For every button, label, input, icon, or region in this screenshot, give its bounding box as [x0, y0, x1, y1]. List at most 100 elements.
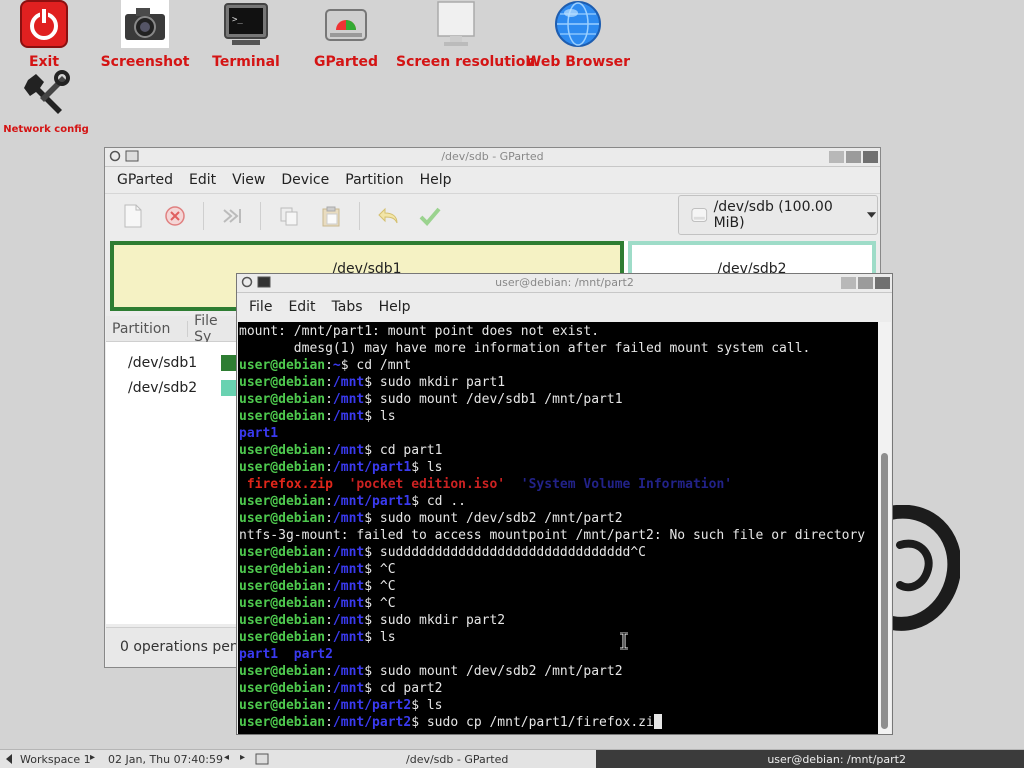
minimize-button[interactable]	[841, 277, 856, 289]
terminal-text-segment: 'pocket edition.iso'	[348, 477, 506, 492]
paste-button[interactable]	[317, 202, 345, 230]
terminal-titlebar[interactable]: user@debian: /mnt/part2	[237, 274, 892, 293]
delete-partition-button[interactable]	[161, 202, 189, 230]
undo-icon	[378, 207, 398, 223]
terminal-text-segment: /mnt	[332, 375, 365, 390]
terminal-window[interactable]: user@debian: /mnt/part2 File Edit Tabs H…	[236, 273, 893, 735]
desktop-network-config[interactable]: Network config	[0, 70, 106, 135]
terminal-text-segment: /mnt	[332, 511, 365, 526]
terminal-text-segment: :	[325, 630, 333, 645]
apply-button[interactable]	[416, 202, 444, 230]
column-header-filesystem[interactable]: File Sy	[188, 313, 236, 345]
terminal-text-segment: :	[325, 409, 333, 424]
desktop-screen-resolution[interactable]: Screen resolution	[396, 0, 535, 70]
minimize-button[interactable]	[829, 151, 844, 163]
maximize-button[interactable]	[846, 151, 861, 163]
task-terminal-active[interactable]: user@debian: /mnt/part2	[596, 750, 1024, 768]
desktop-web-browser[interactable]: Web Browser	[518, 0, 638, 70]
terminal-line: user@debian:~$ cd /mnt	[239, 357, 879, 374]
table-row[interactable]: /dev/sdb2	[106, 375, 236, 400]
debian-menu-icon[interactable]	[109, 150, 121, 162]
terminal-text-segment: :	[325, 511, 333, 526]
chevron-left-icon[interactable]: ◂	[224, 752, 229, 763]
power-icon	[20, 0, 68, 48]
chevron-right-icon[interactable]: ▸	[240, 752, 245, 763]
window-app-icon	[125, 150, 139, 162]
menu-device[interactable]: Device	[273, 172, 337, 188]
terminal-line: part1 part2	[239, 646, 879, 663]
terminal-text-segment: user@debian	[239, 562, 326, 577]
copy-button[interactable]	[275, 202, 303, 230]
text-cursor-icon	[620, 632, 628, 650]
terminal-text-segment: part1 part2	[239, 647, 333, 662]
terminal-text-segment: :	[325, 494, 333, 509]
table-row[interactable]: /dev/sdb1	[106, 350, 236, 375]
terminal-line: user@debian:/mnt/part2$ sudo cp /mnt/par…	[239, 714, 879, 731]
terminal-line: ntfs-3g-mount: failed to access mountpoi…	[239, 527, 879, 544]
gparted-titlebar[interactable]: /dev/sdb - GParted	[105, 148, 880, 167]
device-selector[interactable]: /dev/sdb (100.00 MiB)	[678, 195, 878, 235]
maximize-button[interactable]	[858, 277, 873, 289]
terminal-line: user@debian:/mnt$ sudo mount /dev/sdb1 /…	[239, 391, 879, 408]
column-header-partition[interactable]: Partition	[106, 320, 189, 337]
terminal-line: user@debian:/mnt/part2$ ls	[239, 697, 879, 714]
close-button[interactable]	[863, 151, 878, 163]
terminal-text-segment: /mnt	[332, 630, 365, 645]
terminal-text-segment: 'System Volume Information'	[520, 477, 733, 492]
new-partition-button[interactable]	[119, 202, 147, 230]
camera-icon	[121, 0, 169, 48]
terminal-text-segment: /mnt/part1	[332, 494, 412, 509]
menu-help[interactable]: Help	[412, 172, 460, 188]
terminal-text-segment: :	[325, 562, 333, 577]
menu-edit[interactable]: Edit	[181, 172, 224, 188]
terminal-line: user@debian:/mnt$ sudo mkdir part1	[239, 374, 879, 391]
terminal-text-segment: /mnt	[332, 664, 365, 679]
terminal-scrollbar-thumb[interactable]	[881, 453, 888, 729]
menu-gparted[interactable]: GParted	[109, 172, 181, 188]
terminal-line: user@debian:/mnt$ sudo mount /dev/sdb2 /…	[239, 510, 879, 527]
menu-view[interactable]: View	[224, 172, 273, 188]
undo-button[interactable]	[374, 202, 402, 230]
terminal-window-title: user@debian: /mnt/part2	[495, 276, 634, 289]
terminal-text-segment: /mnt	[332, 681, 365, 696]
terminal-line: user@debian:/mnt$ sudo mount /dev/sdb2 /…	[239, 663, 879, 680]
gparted-window-title: /dev/sdb - GParted	[441, 150, 544, 163]
partition-list: /dev/sdb1 /dev/sdb2	[106, 342, 236, 624]
terminal-scrollbar[interactable]	[878, 322, 891, 734]
terminal-text-segment: $ ls	[364, 630, 396, 645]
close-button[interactable]	[875, 277, 890, 289]
terminal-text-segment: $ sudddddddddddddddddddddddddddddd^C	[364, 545, 646, 560]
taskbar: Workspace 1 ▸ 02 Jan, Thu 07:40:59 ◂ ▸ /…	[0, 749, 1024, 768]
menu-partition[interactable]: Partition	[337, 172, 411, 188]
menu-tabs[interactable]: Tabs	[324, 299, 371, 315]
terminal-text-segment: /mnt	[332, 613, 365, 628]
pending-operations-status: 0 operations pendi	[120, 639, 252, 655]
terminal-text-segment: user@debian	[239, 494, 326, 509]
resize-move-button[interactable]	[218, 202, 246, 230]
terminal-line: user@debian:/mnt$ sudo mkdir part2	[239, 612, 879, 629]
terminal-line: user@debian:/mnt$ ls	[239, 629, 879, 646]
desktop-gparted[interactable]: GParted	[286, 0, 406, 70]
chevron-right-icon[interactable]: ▸	[90, 752, 95, 763]
terminal-line: firefox.zip 'pocket edition.iso' 'System…	[239, 476, 879, 493]
workspace-switcher-icon[interactable]	[4, 753, 14, 765]
terminal-text-segment: /mnt	[332, 579, 365, 594]
task-gparted[interactable]: /dev/sdb - GParted	[406, 753, 508, 766]
debian-menu-icon[interactable]	[241, 276, 253, 288]
terminal-text-segment: $ ls	[411, 698, 443, 713]
terminal-cursor	[653, 714, 662, 729]
workspace-label[interactable]: Workspace 1	[20, 753, 91, 766]
task-terminal-label: user@debian: /mnt/part2	[767, 753, 906, 766]
menu-edit[interactable]: Edit	[280, 299, 323, 315]
svg-text:>_: >_	[232, 15, 243, 25]
toolbar-separator	[203, 201, 204, 230]
terminal-text-segment: /mnt/part1	[332, 460, 412, 475]
terminal-icon: >_	[224, 3, 268, 45]
menu-file[interactable]: File	[241, 299, 280, 315]
menu-help[interactable]: Help	[371, 299, 419, 315]
clock[interactable]: 02 Jan, Thu 07:40:59	[108, 753, 223, 766]
terminal-text-segment: user@debian	[239, 715, 326, 730]
terminal-output[interactable]: mount: /mnt/part1: mount point does not …	[238, 322, 879, 734]
terminal-text-segment: user@debian	[239, 409, 326, 424]
